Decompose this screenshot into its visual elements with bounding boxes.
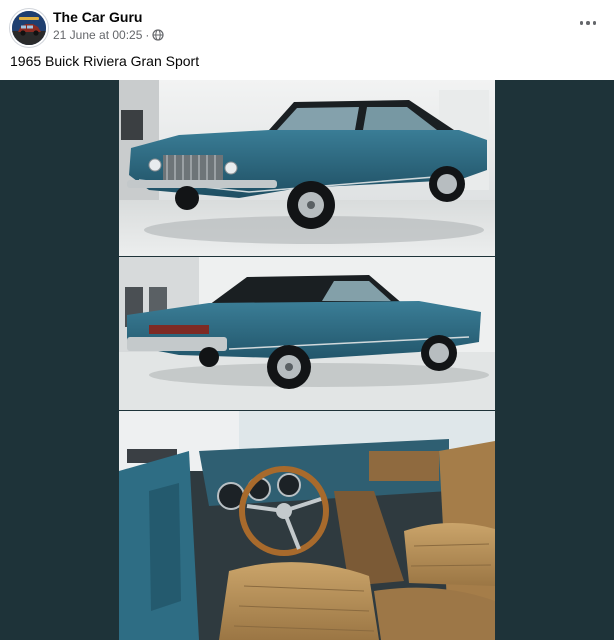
globe-icon[interactable] [152, 29, 165, 41]
post-timestamp[interactable]: 21 June at 00:25 [53, 28, 142, 42]
author-name[interactable]: The Car Guru [53, 9, 142, 25]
photo-rear-exterior[interactable] [119, 257, 495, 410]
avatar-car-icon [12, 11, 46, 45]
profile-avatar[interactable] [10, 9, 48, 47]
photo-interior[interactable] [119, 411, 495, 640]
photo-front-exterior[interactable] [119, 80, 495, 256]
post-caption: 1965 Buick Riviera Gran Sport [10, 53, 200, 69]
post-media [0, 80, 614, 640]
post-meta: 21 June at 00:25 · [53, 28, 165, 42]
post-header: The Car Guru 21 June at 00:25 · 1965 Bui… [0, 0, 614, 80]
more-options-icon[interactable] [576, 14, 600, 32]
meta-separator: · [145, 28, 150, 42]
